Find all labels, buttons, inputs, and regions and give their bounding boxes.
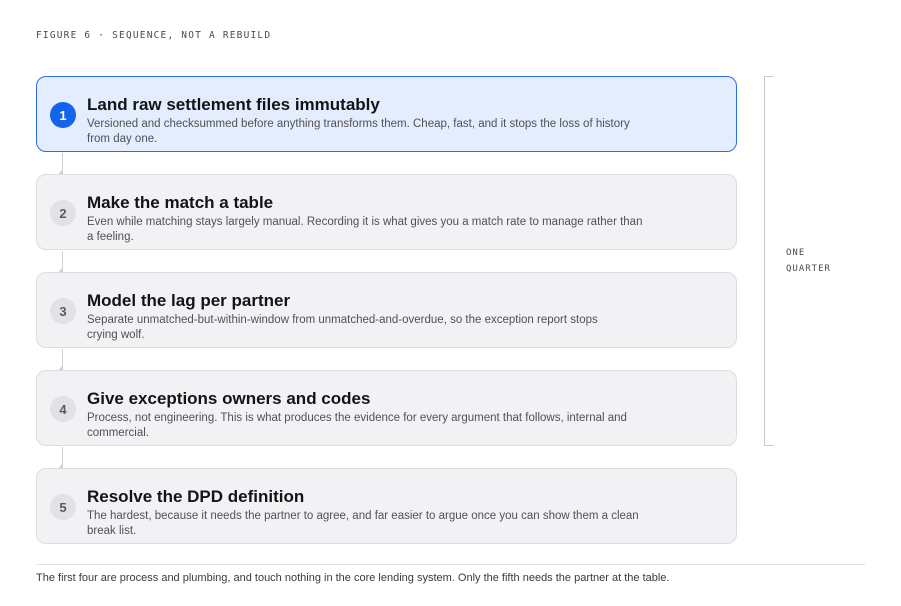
step-description-line: Separate unmatched-but-within-window fro… — [87, 314, 598, 326]
step-card-1: 1 Land raw settlement files immutably Ve… — [36, 76, 737, 175]
step-number-badge: 5 — [50, 494, 76, 520]
step-connector — [58, 349, 63, 371]
step-description: The hardest, because it needs the partne… — [87, 509, 687, 539]
footnote: The first four are process and plumbing,… — [36, 572, 670, 584]
step-description-line: Process, not engineering. This is what p… — [87, 412, 627, 424]
step-title: Land raw settlement files immutably — [87, 95, 380, 114]
step-number-badge: 4 — [50, 396, 76, 422]
step-description-line: The hardest, because it needs the partne… — [87, 510, 639, 522]
step-description: Versioned and checksummed before anythin… — [87, 117, 687, 147]
step-number-badge: 2 — [50, 200, 76, 226]
quarter-bracket — [764, 76, 774, 446]
step-title: Model the lag per partner — [87, 291, 291, 310]
step-number-badge: 1 — [50, 102, 76, 128]
step-card-3: 3 Model the lag per partner Separate unm… — [36, 272, 737, 371]
step-card-4: 4 Give exceptions owners and codes Proce… — [36, 370, 737, 469]
step-description: Even while matching stays largely manual… — [87, 215, 687, 245]
step-description: Process, not engineering. This is what p… — [87, 411, 687, 441]
step-connector — [58, 447, 63, 469]
figure-label: FIGURE 6 · SEQUENCE, NOT A REBUILD — [36, 30, 272, 41]
step-card-2: 2 Make the match a table Even while matc… — [36, 174, 737, 273]
step-description: Separate unmatched-but-within-window fro… — [87, 313, 687, 343]
bracket-label-line: ONE — [786, 248, 806, 258]
bracket-label-line: QUARTER — [786, 264, 831, 274]
step-card-5: 5 Resolve the DPD definition The hardest… — [36, 468, 737, 544]
step-connector — [58, 251, 63, 273]
step-title: Resolve the DPD definition — [87, 487, 305, 506]
step-title: Give exceptions owners and codes — [87, 389, 371, 408]
step-description-line: crying wolf. — [87, 329, 145, 341]
step-description-line: Even while matching stays largely manual… — [87, 216, 643, 228]
divider — [36, 564, 865, 565]
step-description-line: break list. — [87, 525, 137, 537]
step-description-line: Versioned and checksummed before anythin… — [87, 118, 630, 130]
step-number-badge: 3 — [50, 298, 76, 324]
step-description-line: from day one. — [87, 133, 158, 145]
step-description-line: commercial. — [87, 427, 149, 439]
step-description-line: a feeling. — [87, 231, 134, 243]
bracket-label: ONE QUARTER — [786, 245, 831, 277]
step-list: 1 Land raw settlement files immutably Ve… — [36, 76, 737, 566]
step-title: Make the match a table — [87, 193, 274, 212]
step-connector — [58, 153, 63, 175]
